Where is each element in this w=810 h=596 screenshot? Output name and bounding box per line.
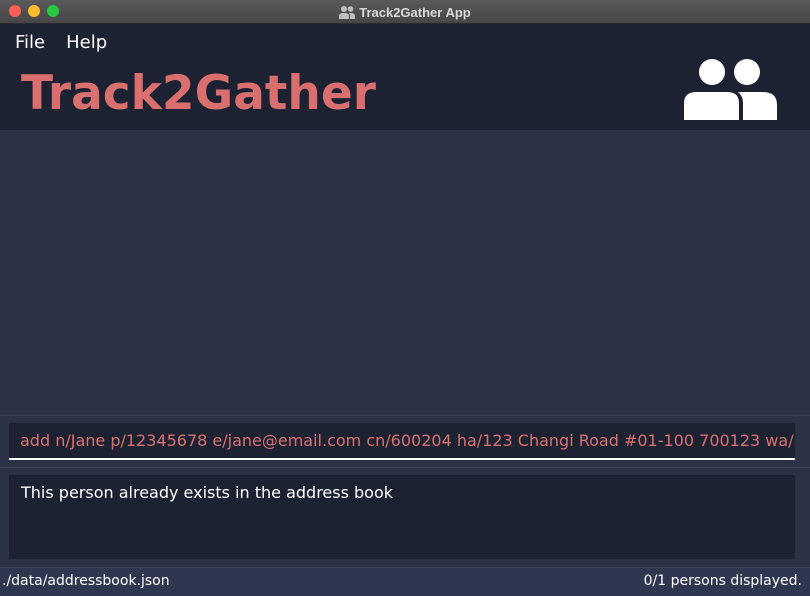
people-group-icon — [683, 59, 778, 125]
people-icon — [339, 5, 356, 19]
status-file-path: ./data/addressbook.json — [2, 573, 170, 589]
result-message: This person already exists in the addres… — [21, 483, 394, 502]
menu-file[interactable]: File — [0, 30, 55, 56]
window-title-container: Track2Gather App — [0, 0, 810, 24]
command-input[interactable] — [9, 423, 795, 458]
menu-bar: File Help — [0, 30, 117, 56]
window-title: Track2Gather App — [359, 4, 471, 20]
person-list-panel[interactable] — [0, 130, 810, 415]
divider — [0, 467, 810, 468]
command-box — [9, 423, 795, 460]
status-persons-count: 0/1 persons displayed. — [643, 573, 802, 589]
status-bar: ./data/addressbook.json 0/1 persons disp… — [0, 567, 810, 596]
menu-help[interactable]: Help — [55, 30, 117, 56]
window-titlebar: Track2Gather App — [0, 0, 810, 24]
app-title: Track2Gather — [21, 66, 376, 121]
app-header: File Help Track2Gather — [0, 24, 810, 130]
result-display: This person already exists in the addres… — [9, 475, 795, 559]
divider — [0, 415, 810, 416]
